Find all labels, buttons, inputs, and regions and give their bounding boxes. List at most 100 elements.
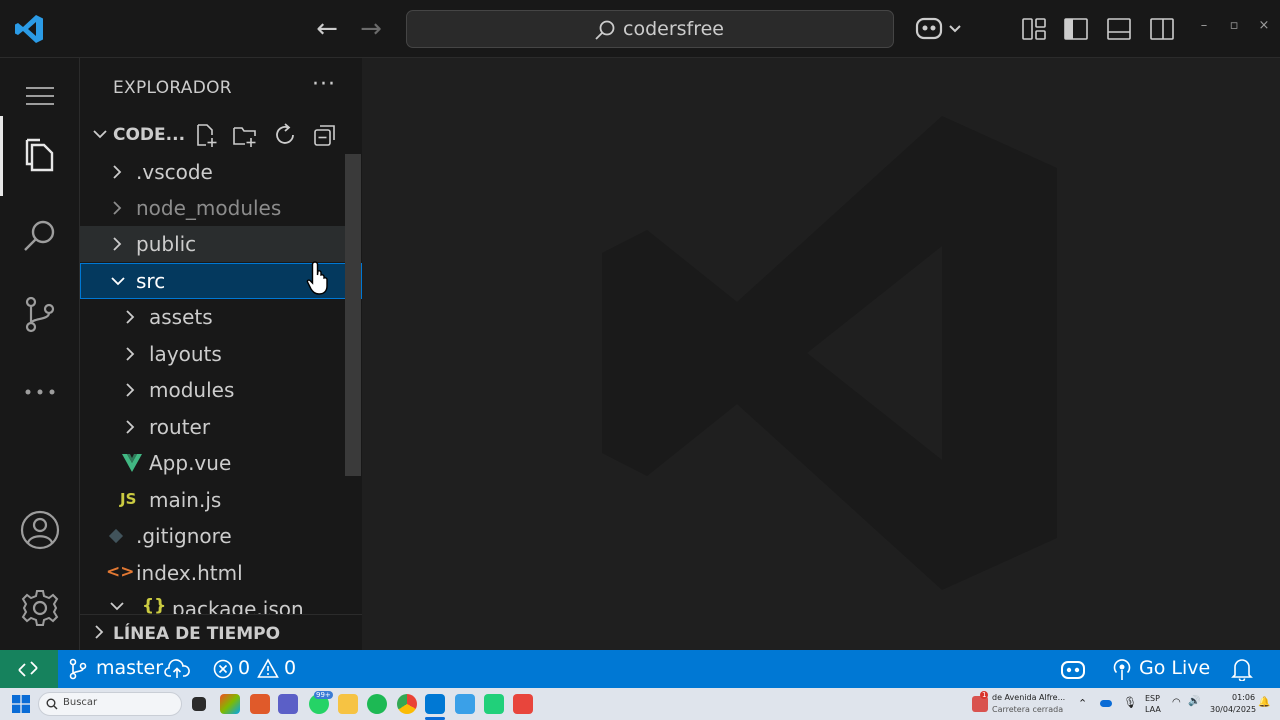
warning-count[interactable]: 0 <box>284 657 296 679</box>
tree-item-label: router <box>149 415 211 439</box>
sidebar-title: EXPLORADOR <box>113 78 232 98</box>
vscode-logo-icon <box>15 15 43 43</box>
tree-item-gitignore[interactable]: .gitignore <box>80 518 346 554</box>
new-folder-icon[interactable] <box>232 122 258 148</box>
notepad-icon[interactable] <box>455 694 475 714</box>
chevron-right-icon <box>113 201 122 215</box>
tree-item-node-modules[interactable]: node_modules <box>80 190 346 226</box>
spotify-icon[interactable] <box>367 694 387 714</box>
command-center-search[interactable]: codersfree <box>406 10 894 48</box>
close-icon[interactable]: × <box>1256 18 1272 33</box>
tree-item-vscode[interactable]: .vscode <box>80 154 346 190</box>
tree-item-label: main.js <box>149 488 222 512</box>
xampp-icon[interactable] <box>250 694 270 714</box>
tree-item-app-vue[interactable]: App.vue <box>80 445 346 481</box>
json-file-icon: {} <box>142 596 167 614</box>
tree-item-label: App.vue <box>149 451 232 475</box>
workspace-name: CODE... <box>113 125 186 145</box>
wifi-icon[interactable]: ◠ <box>1172 697 1181 708</box>
minimize-icon[interactable]: – <box>1196 18 1212 33</box>
volume-icon[interactable]: 🔊 <box>1188 696 1200 707</box>
recorder-icon[interactable] <box>513 694 533 714</box>
tree-item-package-json[interactable]: {} package.json <box>80 591 346 614</box>
restore-icon[interactable]: ▫ <box>1226 18 1242 33</box>
broadcast-icon <box>1113 659 1131 680</box>
search-button[interactable] <box>0 198 80 274</box>
toggle-primary-sidebar-icon[interactable] <box>1063 16 1089 42</box>
tree-item-label: .vscode <box>136 160 213 184</box>
branch-name[interactable]: master <box>96 657 163 679</box>
chrome-icon[interactable] <box>397 694 417 714</box>
windows-start-icon[interactable] <box>12 695 30 713</box>
branch-icon <box>69 658 87 680</box>
copilot-icon[interactable] <box>914 14 966 44</box>
toggle-secondary-sidebar-icon[interactable] <box>1149 16 1175 42</box>
microphone-icon[interactable]: 🎙 <box>1123 696 1137 709</box>
error-count[interactable]: 0 <box>238 657 250 679</box>
toggle-panel-icon[interactable] <box>1106 16 1132 42</box>
back-arrow-icon[interactable]: ← <box>312 14 342 44</box>
collapse-all-icon[interactable] <box>312 122 338 148</box>
git-file-icon <box>108 528 124 544</box>
search-icon <box>46 698 58 710</box>
tree-item-label: index.html <box>136 561 243 585</box>
search-text: codersfree <box>623 18 724 40</box>
tree-item-label: src <box>136 269 166 293</box>
file-explorer-icon[interactable] <box>338 694 358 714</box>
workspace-section-header[interactable]: CODE... <box>80 118 362 152</box>
bell-icon[interactable] <box>1231 657 1253 681</box>
chevron-right-icon <box>113 237 122 251</box>
tree-item-layouts[interactable]: layouts <box>80 336 346 372</box>
go-live-button[interactable]: Go Live <box>1139 657 1210 679</box>
tree-item-index-html[interactable]: <> index.html <box>80 555 346 591</box>
refresh-icon[interactable] <box>272 122 298 148</box>
copilot-status-icon[interactable] <box>1060 657 1086 681</box>
task-view-icon[interactable] <box>192 697 206 711</box>
chevron-right-icon <box>126 383 135 397</box>
tree-item-label: modules <box>149 378 235 402</box>
account-icon <box>20 510 60 550</box>
notification-bell-icon[interactable]: 🔔 <box>1258 697 1270 708</box>
gear-icon <box>21 590 59 626</box>
copilot-app-icon[interactable] <box>220 694 240 714</box>
vscode-watermark-icon <box>602 116 1057 590</box>
teams-icon[interactable] <box>278 694 298 714</box>
tree-item-label: .gitignore <box>136 524 232 548</box>
taskbar-search[interactable]: Buscar <box>38 692 182 716</box>
tree-item-public[interactable]: public <box>80 226 346 262</box>
camtasia-icon[interactable] <box>484 694 504 714</box>
chevron-down-icon <box>111 277 125 286</box>
chevron-right-icon <box>113 165 122 179</box>
vscode-taskbar-icon[interactable] <box>425 694 445 714</box>
remote-indicator[interactable] <box>0 650 58 688</box>
accounts-button[interactable] <box>0 492 80 568</box>
views-more-icon[interactable]: ··· <box>312 72 336 97</box>
cloud-upload-icon[interactable] <box>164 658 190 680</box>
chevron-right-icon <box>95 625 104 639</box>
tree-item-label: assets <box>149 305 213 329</box>
hamburger-menu-icon <box>26 87 54 105</box>
manage-button[interactable] <box>0 570 80 646</box>
sidebar-scrollbar[interactable] <box>345 154 361 476</box>
tree-item-assets[interactable]: assets <box>80 299 346 335</box>
clock-time[interactable]: 01:06 <box>1232 693 1255 702</box>
chevron-up-icon[interactable]: ⌃ <box>1078 697 1087 710</box>
customize-layout-icon[interactable] <box>1021 16 1047 42</box>
forward-arrow-icon[interactable]: → <box>356 14 386 44</box>
timeline-section-header[interactable]: LÍNEA DE TIEMPO <box>80 614 362 650</box>
tree-item-modules[interactable]: modules <box>80 372 346 408</box>
more-views-button[interactable] <box>0 354 80 430</box>
tree-item-label: layouts <box>149 342 222 366</box>
tree-item-router[interactable]: router <box>80 409 346 445</box>
new-file-icon[interactable] <box>193 122 219 148</box>
tree-item-label: node_modules <box>136 196 282 220</box>
chevron-right-icon <box>126 347 135 361</box>
onedrive-icon[interactable] <box>1100 700 1112 707</box>
news-subtitle: Carretera cerrada <box>992 705 1064 714</box>
language-indicator[interactable]: ESP <box>1145 694 1160 703</box>
explorer-button[interactable] <box>0 116 80 196</box>
tree-item-main-js[interactable]: JS main.js <box>80 482 346 518</box>
source-control-button[interactable] <box>0 276 80 352</box>
files-icon <box>25 138 54 172</box>
html-file-icon: <> <box>106 562 135 582</box>
